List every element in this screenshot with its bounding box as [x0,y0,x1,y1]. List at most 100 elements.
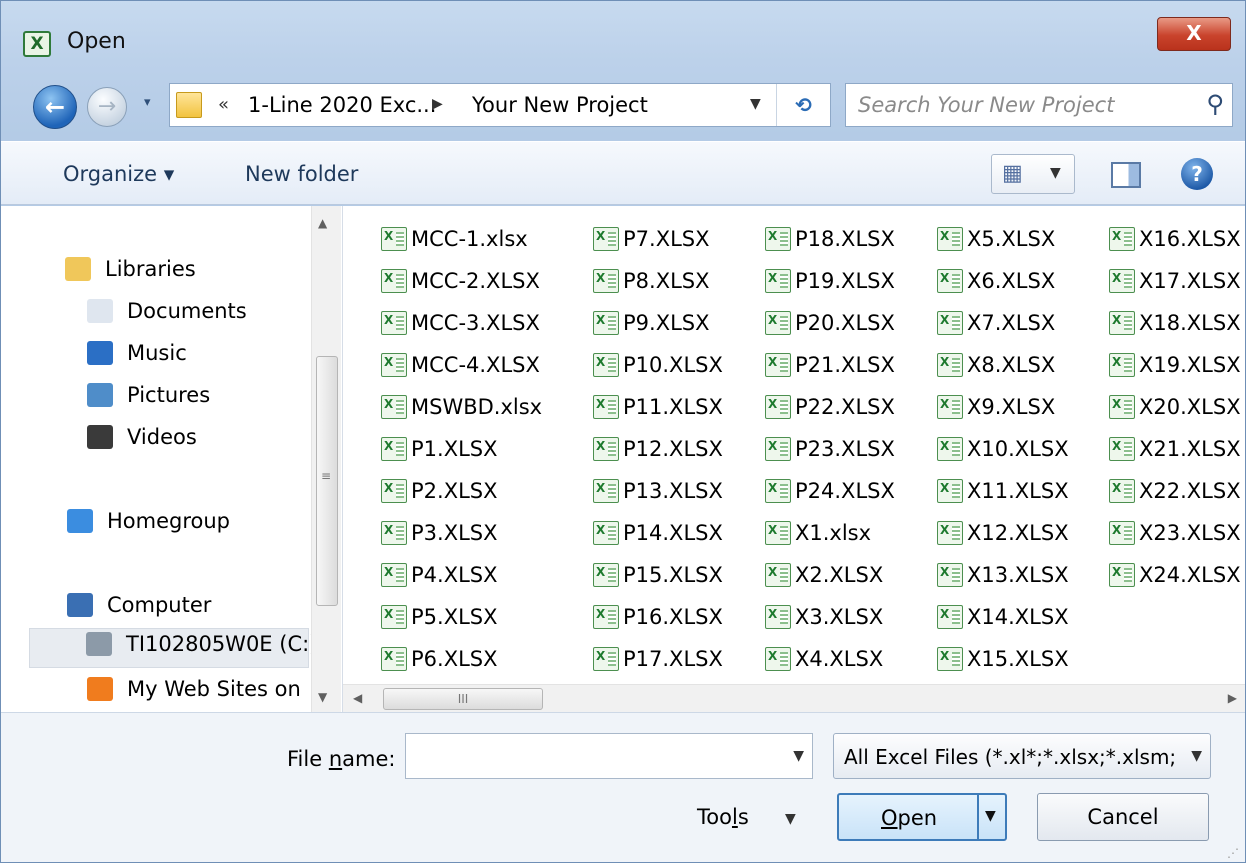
back-button[interactable]: ← [33,85,77,129]
file-item[interactable]: X11.XLSX [937,474,1069,508]
file-item[interactable]: P4.XLSX [381,558,498,592]
file-item[interactable]: P18.XLSX [765,222,895,256]
navigation-scrollbar[interactable]: ▲ ≡ ▼ [311,206,341,712]
file-item[interactable]: P7.XLSX [593,222,710,256]
title-bar[interactable]: X Open X [1,1,1245,79]
search-input[interactable]: Search Your New Project [858,93,1114,117]
organize-menu-button[interactable]: Organize ▾ [63,162,174,186]
address-bar[interactable]: « 1-Line 2020 Exc... ▶ Your New Project … [169,83,831,127]
file-item[interactable]: P8.XLSX [593,264,710,298]
tools-menu-button[interactable]: Tools [697,805,749,829]
change-view-button[interactable]: ▦ ▼ [991,154,1075,194]
file-item[interactable]: X17.XLSX [1109,264,1241,298]
sidebar-item-music[interactable]: Music [87,340,187,376]
sidebar-item-pictures[interactable]: Pictures [87,382,210,418]
file-item[interactable]: MCC-1.xlsx [381,222,528,256]
sidebar-item-homegroup[interactable]: Homegroup [67,508,230,544]
file-item[interactable]: X24.XLSX [1109,558,1241,592]
file-item[interactable]: X16.XLSX [1109,222,1241,256]
file-item[interactable]: X8.XLSX [937,348,1055,382]
preview-pane-icon[interactable] [1111,162,1141,188]
file-item[interactable]: X13.XLSX [937,558,1069,592]
file-item[interactable]: X12.XLSX [937,516,1069,550]
file-list[interactable]: MCC-1.xlsx MCC-2.XLSX MCC-3.XLSX MCC-4.XLSX… [343,206,1245,684]
breadcrumb-separator-icon[interactable]: ▶ [432,96,443,112]
file-item[interactable]: P14.XLSX [593,516,723,550]
file-item[interactable]: P13.XLSX [593,474,723,508]
file-item[interactable]: P6.XLSX [381,642,498,676]
file-item[interactable]: P15.XLSX [593,558,723,592]
file-item[interactable]: X15.XLSX [937,642,1069,676]
file-item[interactable]: P24.XLSX [765,474,895,508]
file-item[interactable]: X14.XLSX [937,600,1069,634]
file-item[interactable]: MCC-4.XLSX [381,348,540,382]
horizontal-scroll-thumb[interactable]: III [383,688,543,710]
close-button[interactable]: X [1157,17,1231,51]
file-type-filter-select[interactable]: All Excel Files (*.xl*;*.xlsx;*.xlsm; ▼ [833,733,1211,779]
tools-dropdown-icon[interactable]: ▼ [785,811,796,827]
file-item[interactable]: P12.XLSX [593,432,723,466]
file-item[interactable]: P22.XLSX [765,390,895,424]
sidebar-item-documents[interactable]: Documents [87,298,247,334]
navigation-scroll-thumb[interactable]: ≡ [316,356,338,606]
forward-button[interactable]: → [87,87,127,127]
sidebar-item-drive-c[interactable]: TI102805W0E (C:) [29,628,317,668]
file-item[interactable]: X2.XLSX [765,558,883,592]
file-item[interactable]: P16.XLSX [593,600,723,634]
navigation-pane[interactable]: Libraries Documents Music Pictures Video… [1,206,343,712]
file-item[interactable]: X5.XLSX [937,222,1055,256]
file-item[interactable]: P3.XLSX [381,516,498,550]
scroll-left-arrow-icon[interactable]: ◀ [353,691,362,705]
file-name-field[interactable]: ▼ [405,733,813,779]
sidebar-item-videos[interactable]: Videos [87,424,197,460]
file-item[interactable]: X3.XLSX [765,600,883,634]
scroll-right-arrow-icon[interactable]: ▶ [1228,691,1237,705]
file-item[interactable]: P10.XLSX [593,348,723,382]
breadcrumb-current[interactable]: Your New Project [472,93,648,117]
sidebar-item-my-web-sites[interactable]: My Web Sites on [87,676,301,712]
file-item[interactable]: X1.xlsx [765,516,871,550]
sidebar-item-computer[interactable]: Computer [67,592,211,628]
file-item[interactable]: P1.XLSX [381,432,498,466]
file-item[interactable]: P19.XLSX [765,264,895,298]
view-dropdown-icon[interactable]: ▼ [1050,165,1061,181]
file-item[interactable]: P9.XLSX [593,306,710,340]
search-box[interactable]: Search Your New Project ⚲ [845,83,1233,127]
file-item[interactable]: P5.XLSX [381,600,498,634]
file-item[interactable]: P23.XLSX [765,432,895,466]
file-item[interactable]: X22.XLSX [1109,474,1241,508]
search-icon[interactable]: ⚲ [1206,90,1224,118]
file-item[interactable]: X19.XLSX [1109,348,1241,382]
file-name-dropdown-icon[interactable]: ▼ [793,748,804,764]
file-item[interactable]: P11.XLSX [593,390,723,424]
file-type-dropdown-icon[interactable]: ▼ [1191,748,1202,764]
file-item[interactable]: X6.XLSX [937,264,1055,298]
file-item[interactable]: X21.XLSX [1109,432,1241,466]
file-item[interactable]: MCC-2.XLSX [381,264,540,298]
breadcrumb-parent[interactable]: 1-Line 2020 Exc... [248,93,436,117]
file-item[interactable]: X9.XLSX [937,390,1055,424]
file-item[interactable]: X23.XLSX [1109,516,1241,550]
open-options-dropdown-icon[interactable]: ▼ [985,808,996,824]
refresh-button[interactable]: ⟲ [776,84,830,126]
breadcrumb-overflow-chevron[interactable]: « [218,94,229,115]
file-item[interactable]: X18.XLSX [1109,306,1241,340]
file-item[interactable]: P20.XLSX [765,306,895,340]
address-history-dropdown[interactable]: ▼ [750,96,761,112]
file-item[interactable]: P2.XLSX [381,474,498,508]
resize-grip-icon[interactable]: ⋰ [1227,846,1239,860]
scroll-down-arrow-icon[interactable]: ▼ [318,690,327,704]
file-item[interactable]: P17.XLSX [593,642,723,676]
open-button[interactable]: Open ▼ [837,793,1007,841]
file-item[interactable]: MSWBD.xlsx [381,390,542,424]
scroll-up-arrow-icon[interactable]: ▲ [318,216,327,230]
file-list-horizontal-scrollbar[interactable]: ◀ III ▶ [343,684,1245,712]
file-item[interactable]: X10.XLSX [937,432,1069,466]
file-item[interactable]: X7.XLSX [937,306,1055,340]
sidebar-item-libraries[interactable]: Libraries [65,256,196,292]
help-icon[interactable]: ? [1181,158,1213,190]
recent-pages-dropdown[interactable]: ▾ [144,95,151,110]
file-item[interactable]: P21.XLSX [765,348,895,382]
file-item[interactable]: X20.XLSX [1109,390,1241,424]
new-folder-button[interactable]: New folder [245,162,358,186]
